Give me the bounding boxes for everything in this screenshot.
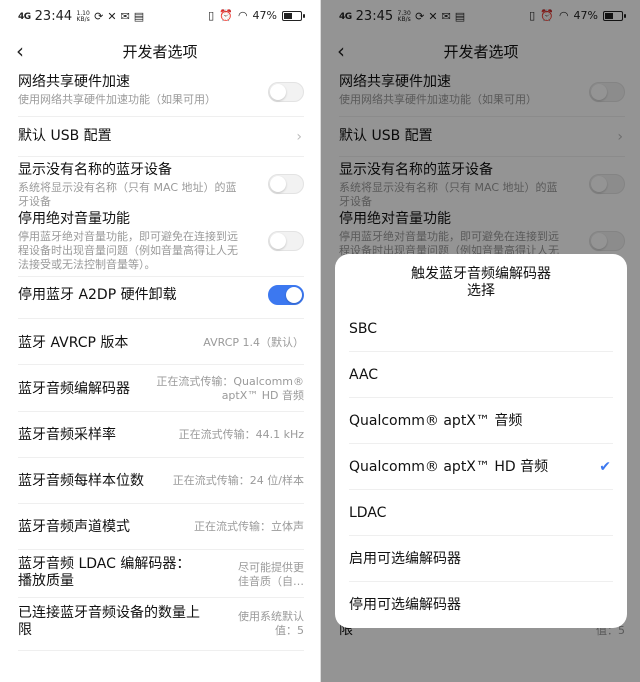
setting-title: 显示没有名称的蓝牙设备 — [18, 162, 172, 178]
battery-percent: 47% — [252, 9, 277, 22]
toggle-switch[interactable] — [268, 174, 304, 194]
codec-option-sbc[interactable]: SBC — [349, 306, 613, 352]
setting-subtitle-line2: 程设备时出现音量问题（例如音量高得让人无 — [18, 244, 238, 257]
page-title: 开发者选项 — [122, 43, 198, 61]
setting-value: 使用系统默认 值：5 — [238, 610, 304, 638]
chevron-right-icon: › — [296, 129, 302, 145]
option-label: AAC — [349, 367, 379, 383]
codec-option-aac[interactable]: AAC — [349, 352, 613, 398]
setting-value-line1: 正在流式传输：Qualcomm® — [156, 375, 304, 388]
divider — [18, 276, 304, 277]
setting-title: 停用蓝牙 A2DP 硬件卸载 — [18, 287, 177, 303]
option-label: LDAC — [349, 505, 387, 521]
setting-title: 默认 USB 配置 — [18, 128, 112, 144]
setting-value-line2: aptX™ HD 音频 — [221, 389, 304, 402]
divider — [18, 156, 304, 157]
divider — [18, 503, 304, 504]
divider — [18, 411, 304, 412]
battery-level — [284, 12, 292, 19]
divider — [18, 364, 304, 365]
setting-value: AVRCP 1.4（默认） — [203, 336, 304, 349]
dialog-title-line1: 触发蓝牙音频编解码器 — [411, 266, 551, 282]
setting-max-bt-devices[interactable]: 已连接蓝牙音频设备的数量上 限 使用系统默认 值：5 — [18, 605, 304, 643]
clock: 23:44 — [34, 9, 73, 24]
setting-value: 尽可能提供更 佳音质（自… — [238, 561, 304, 589]
setting-disable-absolute-volume[interactable]: 停用绝对音量功能 停用蓝牙绝对音量功能，即可避免在连接到远 程设备时出现音量问题… — [18, 211, 304, 272]
setting-show-unnamed-bt[interactable]: 显示没有名称的蓝牙设备 系统将显示没有名称（只有 MAC 地址）的蓝 牙设备 — [18, 162, 304, 209]
right-screen: 4G 23:45 7.30 KB/s ⟳ ✕ ✉ ▤ ▯ ⏰ ◠ 47% ‹ 开发… — [321, 0, 640, 682]
setting-subtitle-line3: 法接受或无法控制音量等）。 — [18, 258, 156, 271]
dialog-title-line2: 选择 — [467, 283, 495, 299]
setting-ldac-quality[interactable]: 蓝牙音频 LDAC 编解码器： 播放质量 尽可能提供更 佳音质（自… — [18, 556, 304, 594]
toggle-switch[interactable] — [268, 231, 304, 251]
battery-icon — [282, 10, 305, 21]
network-speed-unit: KB/s — [76, 15, 90, 23]
status-bar: 4G 23:44 1.10 KB/s ⟳ ✕ ✉ ▤ ▯ ⏰ ◠ 47% — [0, 0, 320, 34]
option-label: SBC — [349, 321, 378, 337]
setting-bt-channel-mode[interactable]: 蓝牙音频声道模式 正在流式传输：立体声 — [18, 510, 304, 544]
checkmark-icon: ✔ — [599, 459, 611, 475]
setting-subtitle-line1: 系统将显示没有名称（只有 MAC 地址）的蓝 — [18, 181, 237, 194]
alarm-icon: ⏰ — [219, 9, 233, 22]
setting-value: 正在流式传输：24 位/样本 — [172, 474, 304, 487]
setting-value: 正在流式传输：Qualcomm® aptX™ HD 音频 — [156, 375, 304, 403]
setting-bt-bits-per-sample[interactable]: 蓝牙音频每样本位数 正在流式传输：24 位/样本 — [18, 464, 304, 498]
setting-default-usb[interactable]: 默认 USB 配置 › — [18, 128, 304, 145]
codec-option-enable-optional[interactable]: 启用可选编解码器 — [349, 536, 613, 582]
setting-value-line1: 使用系统默认 — [238, 610, 304, 623]
network-speed: 1.10 KB/s — [76, 10, 90, 23]
setting-avrcp-version[interactable]: 蓝牙 AVRCP 版本 AVRCP 1.4（默认） — [18, 326, 304, 360]
option-label: 停用可选编解码器 — [349, 597, 461, 613]
left-screen: 4G 23:44 1.10 KB/s ⟳ ✕ ✉ ▤ ▯ ⏰ ◠ 47% ‹ 开发… — [0, 0, 320, 682]
setting-subtitle: 使用网络共享硬件加速功能（如果可用） — [18, 93, 216, 106]
setting-value: 正在流式传输：立体声 — [194, 520, 304, 533]
dialog-title: 触发蓝牙音频编解码器 选择 — [335, 266, 627, 300]
setting-subtitle-line2: 牙设备 — [18, 195, 51, 208]
setting-bt-sample-rate[interactable]: 蓝牙音频采样率 正在流式传输：44.1 kHz — [18, 418, 304, 452]
title-bar: ‹ 开发者选项 — [0, 34, 320, 68]
divider — [18, 116, 304, 117]
toggle-switch[interactable] — [268, 82, 304, 102]
codec-option-aptx-hd[interactable]: Qualcomm® aptX™ HD 音频 ✔ — [349, 444, 613, 490]
tools-icon: ✕ — [107, 10, 117, 23]
wechat-icon: ✉ — [120, 10, 130, 23]
setting-title: 网络共享硬件加速 — [18, 74, 130, 90]
signal-indicator: 4G — [18, 11, 31, 22]
codec-option-ldac[interactable]: LDAC — [349, 490, 613, 536]
toggle-switch[interactable] — [268, 285, 304, 305]
option-label: 启用可选编解码器 — [349, 551, 461, 567]
setting-value-line2: 值：5 — [275, 624, 304, 637]
setting-value-line1: 尽可能提供更 — [238, 561, 304, 574]
vibrate-icon: ▯ — [208, 9, 215, 22]
setting-title: 停用绝对音量功能 — [18, 211, 130, 227]
divider — [18, 597, 304, 598]
sync-icon: ⟳ — [94, 10, 104, 23]
option-label: Qualcomm® aptX™ HD 音频 — [349, 459, 549, 475]
setting-disable-a2dp-offload[interactable]: 停用蓝牙 A2DP 硬件卸载 — [18, 285, 304, 305]
setting-value: 正在流式传输：44.1 kHz — [178, 428, 304, 441]
wifi-icon: ◠ — [237, 9, 248, 22]
codec-option-disable-optional[interactable]: 停用可选编解码器 — [349, 582, 613, 628]
setting-network-hw-accel[interactable]: 网络共享硬件加速 使用网络共享硬件加速功能（如果可用） — [18, 74, 304, 107]
divider — [18, 650, 304, 651]
codec-select-dialog: 触发蓝牙音频编解码器 选择 SBC AAC Qualcomm® aptX™ 音频… — [335, 254, 627, 628]
setting-subtitle-line1: 停用蓝牙绝对音量功能，即可避免在连接到远 — [18, 230, 238, 243]
divider — [18, 549, 304, 550]
setting-value-line2: 佳音质（自… — [238, 575, 304, 588]
setting-bt-audio-codec[interactable]: 蓝牙音频编解码器 正在流式传输：Qualcomm® aptX™ HD 音频 — [18, 370, 304, 408]
codec-option-aptx[interactable]: Qualcomm® aptX™ 音频 — [349, 398, 613, 444]
option-label: Qualcomm® aptX™ 音频 — [349, 413, 523, 429]
app-icon: ▤ — [133, 10, 145, 23]
divider — [18, 457, 304, 458]
divider — [18, 318, 304, 319]
